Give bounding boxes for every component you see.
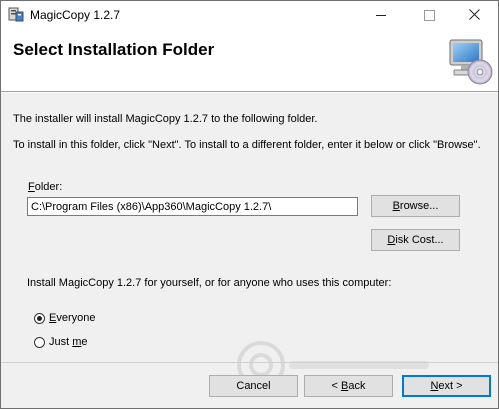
- title-bar[interactable]: MagicCopy 1.2.7: [1, 1, 498, 29]
- cancel-button[interactable]: Cancel: [209, 375, 298, 397]
- close-button[interactable]: [452, 1, 498, 29]
- instructions-text: To install in this folder, click "Next".…: [13, 139, 481, 151]
- footer-divider: [1, 362, 498, 363]
- computer-cd-icon: [449, 39, 493, 85]
- installer-window: MagicCopy 1.2.7 Select Installation Fold…: [0, 0, 499, 409]
- radio-just-me-text-post: e: [81, 336, 88, 348]
- browse-mnemonic: B: [392, 200, 400, 212]
- next-button[interactable]: Next >: [402, 375, 491, 397]
- folder-label: Folder:: [28, 181, 62, 193]
- close-icon: [469, 9, 480, 20]
- folder-path-input[interactable]: [27, 197, 358, 216]
- radio-just-me-indicator[interactable]: [34, 336, 45, 348]
- intro-text: The installer will install MagicCopy 1.2…: [13, 113, 318, 125]
- page-title: Select Installation Folder: [13, 40, 215, 59]
- banner-divider: [1, 92, 498, 93]
- radio-just-me-text-pre: Just: [49, 336, 73, 348]
- next-label: ext >: [438, 380, 463, 392]
- folder-label-text: older:: [34, 181, 63, 193]
- radio-just-me-label: Just me: [49, 336, 88, 348]
- radio-just-me[interactable]: Just me: [34, 334, 88, 350]
- header-banner: Select Installation Folder: [1, 29, 498, 92]
- radio-everyone-label: Everyone: [49, 312, 95, 324]
- radio-everyone-text: veryone: [56, 312, 96, 324]
- back-label-post: ack: [348, 380, 366, 392]
- installer-app-icon: [8, 7, 24, 22]
- back-button[interactable]: < Back: [304, 375, 393, 397]
- back-label-pre: <: [331, 380, 341, 392]
- maximize-button[interactable]: [406, 1, 452, 29]
- radio-everyone[interactable]: Everyone: [34, 310, 95, 326]
- browse-button[interactable]: Browse...: [371, 195, 460, 217]
- minimize-button[interactable]: [358, 1, 404, 29]
- folder-label-mnemonic: F: [28, 181, 35, 193]
- radio-everyone-indicator[interactable]: [34, 312, 45, 324]
- disk-cost-button[interactable]: Disk Cost...: [371, 229, 460, 251]
- window-title: MagicCopy 1.2.7: [30, 8, 121, 22]
- install-for-text: Install MagicCopy 1.2.7 for yourself, or…: [27, 277, 392, 289]
- browse-label: rowse...: [399, 200, 439, 212]
- disk-cost-label: isk Cost...: [395, 234, 444, 246]
